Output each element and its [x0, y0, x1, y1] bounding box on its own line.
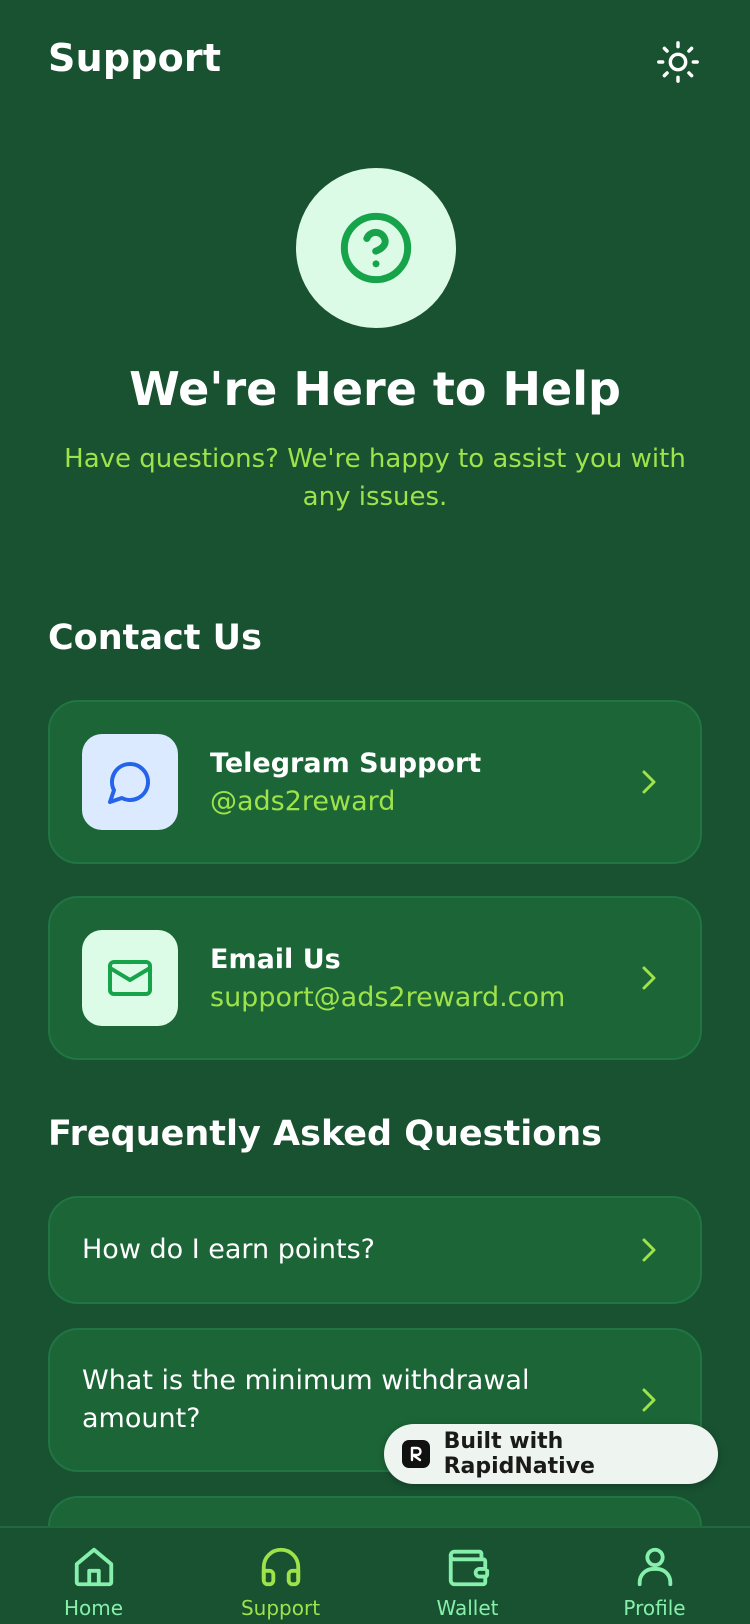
email-support-card[interactable]: Email Us support@ads2reward.com	[48, 896, 702, 1060]
headphones-icon	[261, 1547, 300, 1587]
hero-subtitle: Have questions? We're happy to assist yo…	[64, 444, 686, 512]
wallet-icon	[448, 1549, 489, 1587]
contact-value: @ads2reward	[210, 786, 396, 817]
contact-value: support@ads2reward.com	[210, 982, 566, 1013]
app-header: Support	[0, 0, 750, 120]
tab-wallet[interactable]: Wallet	[374, 1528, 561, 1624]
mail-icon	[108, 960, 152, 996]
telegram-support-card[interactable]: Telegram Support @ads2reward	[48, 700, 702, 864]
help-hero-circle	[296, 168, 456, 328]
built-with-badge[interactable]: Built with RapidNative	[384, 1424, 718, 1484]
tab-label: Profile	[623, 1596, 686, 1620]
tab-label: Support	[240, 1596, 321, 1620]
theme-toggle-button[interactable]	[652, 36, 704, 88]
tab-label: Wallet	[436, 1596, 499, 1620]
hero-title: We're Here to Help	[129, 362, 621, 416]
tab-support[interactable]: Support	[187, 1528, 374, 1624]
chevron-right-icon	[642, 966, 656, 990]
question-circle-icon	[340, 212, 412, 284]
badge-label: Built with RapidNative	[443, 1429, 595, 1479]
faq-section-title: Frequently Asked Questions	[48, 1114, 603, 1154]
tab-profile[interactable]: Profile	[561, 1528, 748, 1624]
email-icon-box	[82, 930, 178, 1026]
faq-question: How do I earn points?	[82, 1234, 376, 1265]
tab-label: Home	[63, 1596, 124, 1620]
contact-section-title: Contact Us	[48, 618, 262, 658]
home-icon	[74, 1547, 113, 1587]
chevron-right-icon	[642, 770, 656, 794]
sun-icon	[657, 41, 699, 83]
rapidnative-logo-icon	[402, 1440, 430, 1468]
faq-item[interactable]: How do I earn points?	[48, 1196, 702, 1304]
tab-home[interactable]: Home	[0, 1528, 187, 1624]
bottom-tab-bar: Home Support Wallet Profile	[0, 1526, 750, 1624]
contact-name: Email Us	[210, 944, 341, 975]
contact-name: Telegram Support	[210, 748, 482, 779]
telegram-icon-box	[82, 734, 178, 830]
page-title: Support	[48, 36, 222, 80]
chevron-right-icon	[642, 1388, 656, 1412]
chat-bubble-icon	[108, 762, 150, 804]
user-icon	[637, 1547, 672, 1587]
chevron-right-icon	[642, 1238, 656, 1262]
